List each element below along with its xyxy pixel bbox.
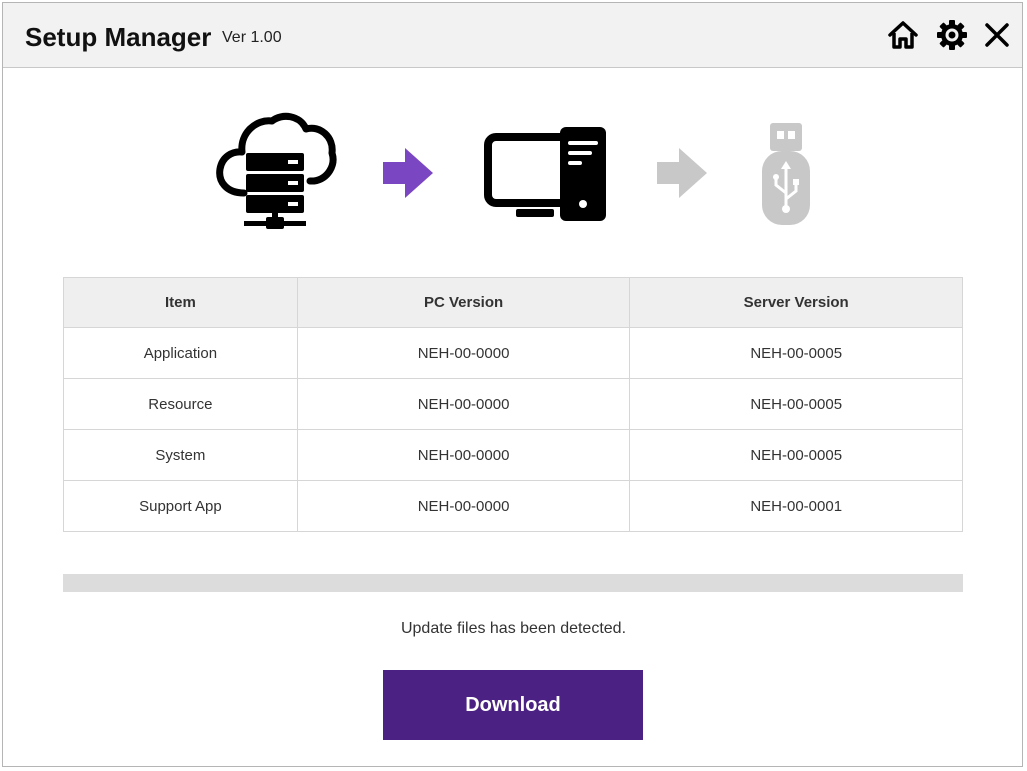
close-icon[interactable] xyxy=(981,19,1013,51)
app-title: Setup Manager xyxy=(25,22,212,52)
progress-bar xyxy=(63,574,963,592)
app-version: Ver 1.00 xyxy=(222,29,282,46)
arrow-right-inactive-icon xyxy=(657,148,707,198)
table-row: Resource NEH-00-0000 NEH-00-0005 xyxy=(63,378,963,430)
setup-manager-window: Setup Manager Ver 1.00 Item PC Version S… xyxy=(2,2,1023,767)
column-header-pc-version: PC Version xyxy=(296,277,631,328)
gear-icon[interactable] xyxy=(936,19,968,51)
server-version: NEH-00-0005 xyxy=(629,327,963,379)
table-row: System NEH-00-0000 NEH-00-0005 xyxy=(63,429,963,481)
item-name: Support App xyxy=(63,480,298,532)
server-version: NEH-00-0005 xyxy=(629,429,963,481)
item-name: Resource xyxy=(63,378,298,430)
cloud-server-icon xyxy=(216,112,337,229)
table-row: Support App NEH-00-0000 NEH-00-0001 xyxy=(63,480,963,532)
pc-version: NEH-00-0000 xyxy=(296,480,631,532)
table-header-row: Item PC Version Server Version xyxy=(63,277,963,328)
pc-version: NEH-00-0000 xyxy=(296,429,631,481)
table-row: Application NEH-00-0000 NEH-00-0005 xyxy=(63,327,963,379)
server-version: NEH-00-0005 xyxy=(629,378,963,430)
pc-version: NEH-00-0000 xyxy=(296,327,631,379)
item-name: Application xyxy=(63,327,298,379)
arrow-right-icon xyxy=(383,148,433,198)
home-icon[interactable] xyxy=(887,19,919,51)
item-name: System xyxy=(63,429,298,481)
computer-icon xyxy=(484,127,606,221)
column-header-server-version: Server Version xyxy=(629,277,963,328)
status-message: Update files has been detected. xyxy=(400,620,627,637)
pc-version: NEH-00-0000 xyxy=(296,378,631,430)
usb-drive-icon xyxy=(762,123,810,225)
server-version: NEH-00-0001 xyxy=(629,480,963,532)
version-table: Item PC Version Server Version Applicati… xyxy=(63,277,963,532)
column-header-item: Item xyxy=(63,277,298,328)
title-bar: Setup Manager Ver 1.00 xyxy=(3,3,1022,68)
download-button[interactable]: Download xyxy=(383,670,643,740)
